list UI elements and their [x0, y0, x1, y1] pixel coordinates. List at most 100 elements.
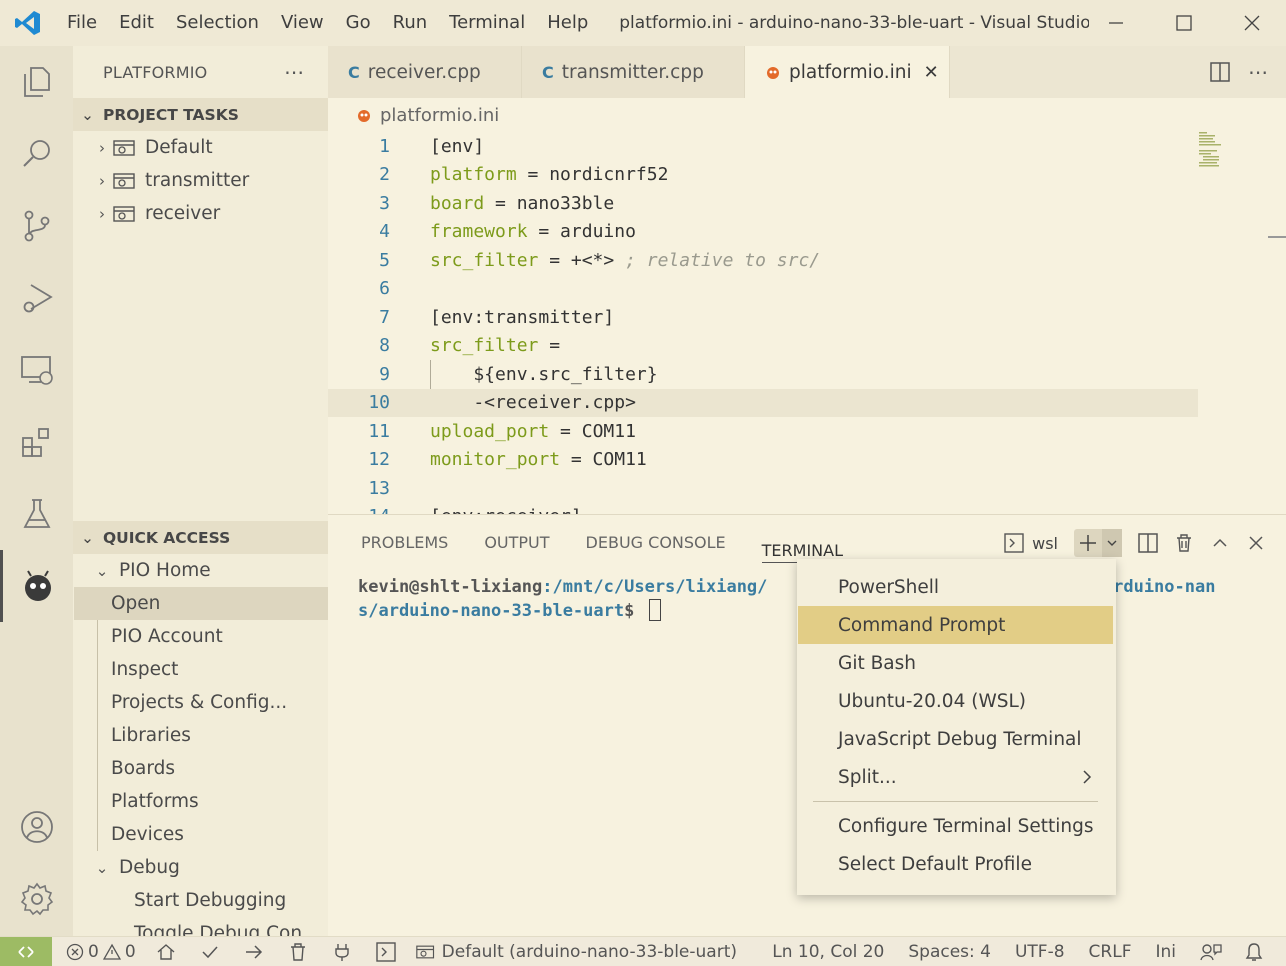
remote-explorer-icon[interactable] — [0, 334, 73, 406]
menu-help[interactable]: Help — [536, 0, 599, 46]
code-line[interactable]: 12 monitor_port = COM11 — [328, 446, 1198, 475]
breadcrumb-file[interactable]: platformio.ini — [380, 105, 499, 126]
trash-icon[interactable] — [1174, 533, 1194, 553]
pio-home-account[interactable]: PIO Account — [74, 620, 328, 653]
pio-home-libraries[interactable]: Libraries — [74, 719, 328, 752]
encoding[interactable]: UTF-8 — [1003, 937, 1077, 966]
extensions-icon[interactable] — [0, 406, 73, 478]
pio-home-inspect[interactable]: Inspect — [74, 653, 328, 686]
account-icon[interactable] — [0, 791, 73, 863]
code-line[interactable]: 9 ${env.src_filter} — [328, 360, 1198, 389]
menu-view[interactable]: View — [270, 0, 335, 46]
code-line[interactable]: 2 platform = nordicnrf52 — [328, 161, 1198, 190]
source-control-icon[interactable] — [0, 190, 73, 262]
code-line[interactable]: 6 — [328, 275, 1198, 304]
tab-problems[interactable]: PROBLEMS — [361, 515, 448, 571]
menu-file[interactable]: File — [56, 0, 108, 46]
menu-item-ubuntu-wsl[interactable]: Ubuntu-20.04 (WSL) — [798, 682, 1113, 720]
menu-run[interactable]: Run — [382, 0, 439, 46]
pio-home-boards[interactable]: Boards — [74, 752, 328, 785]
menu-item-command-prompt[interactable]: Command Prompt — [798, 606, 1113, 644]
section-project-tasks[interactable]: ⌄ PROJECT TASKS — [73, 98, 328, 131]
explorer-icon[interactable] — [0, 46, 73, 118]
code-editor[interactable]: 1 [env] 2 platform = nordicnrf52 3 board = na… — [328, 132, 1286, 514]
pio-home-open[interactable]: Open — [74, 587, 328, 620]
search-icon[interactable] — [0, 118, 73, 190]
remote-indicator-icon[interactable] — [0, 936, 52, 966]
close-panel-icon[interactable] — [1246, 533, 1266, 553]
menu-item-select-default-profile[interactable]: Select Default Profile — [798, 845, 1113, 883]
tab-output[interactable]: OUTPUT — [484, 515, 549, 571]
close-tab-icon[interactable]: ✕ — [924, 62, 939, 83]
terminal-selector[interactable]: wsl — [1004, 533, 1058, 553]
code-line[interactable]: 10 -<receiver.cpp> — [328, 388, 1198, 417]
feedback-icon[interactable] — [1188, 937, 1234, 966]
debug-start[interactable]: Start Debugging — [73, 884, 328, 917]
menu-go[interactable]: Go — [335, 0, 382, 46]
pio-upload-icon[interactable] — [232, 937, 276, 966]
split-editor-icon[interactable] — [1210, 62, 1230, 82]
code-line[interactable]: 7 [env:transmitter] — [328, 303, 1198, 332]
code-line[interactable]: 11 upload_port = COM11 — [328, 417, 1198, 446]
tab-receiver-cpp[interactable]: C receiver.cpp — [328, 46, 522, 98]
task-transmitter[interactable]: › transmitter — [73, 164, 328, 197]
close-window-button[interactable] — [1218, 0, 1286, 46]
indentation[interactable]: Spaces: 4 — [896, 937, 1003, 966]
cursor-position[interactable]: Ln 10, Col 20 — [760, 937, 896, 966]
more-actions-icon[interactable]: ⋯ — [284, 60, 304, 84]
testing-flask-icon[interactable] — [0, 478, 73, 550]
pio-serial-monitor-icon[interactable] — [320, 937, 364, 966]
menu-edit[interactable]: Edit — [108, 0, 165, 46]
menu-item-js-debug-terminal[interactable]: JavaScript Debug Terminal — [798, 720, 1113, 758]
menu-item-powershell[interactable]: PowerShell — [798, 568, 1113, 606]
pio-terminal-icon[interactable] — [364, 937, 408, 966]
pio-home-icon[interactable] — [144, 937, 188, 966]
run-debug-icon[interactable] — [0, 262, 73, 334]
section-quick-access[interactable]: ⌄ QUICK ACCESS — [73, 521, 328, 554]
menu-item-git-bash[interactable]: Git Bash — [798, 644, 1113, 682]
minimize-button[interactable] — [1082, 0, 1150, 46]
code-line[interactable]: 4 framework = arduino — [328, 218, 1198, 247]
pio-build-icon[interactable] — [188, 937, 232, 966]
debug-toggle-console[interactable]: Toggle Debug Con... — [73, 917, 328, 936]
plus-icon[interactable] — [1074, 533, 1102, 553]
pio-clean-icon[interactable] — [276, 937, 320, 966]
new-terminal-button[interactable] — [1074, 529, 1122, 557]
menu-item-configure-terminal[interactable]: Configure Terminal Settings — [798, 807, 1113, 845]
code-line[interactable]: 8 src_filter = — [328, 332, 1198, 361]
maximize-button[interactable] — [1150, 0, 1218, 46]
language-mode[interactable]: Ini — [1143, 937, 1188, 966]
tab-debug-console[interactable]: DEBUG CONSOLE — [586, 515, 726, 571]
code-line[interactable]: 5 src_filter = +<*> ; relative to src/ — [328, 246, 1198, 275]
tab-platformio-ini[interactable]: platformio.ini ✕ — [745, 46, 950, 98]
scrollbar-thumb[interactable] — [1268, 236, 1286, 238]
menu-terminal[interactable]: Terminal — [438, 0, 536, 46]
pio-home-devices[interactable]: Devices — [74, 818, 328, 851]
pio-home-projects[interactable]: Projects & Config... — [74, 686, 328, 719]
tree-debug[interactable]: ⌄ Debug — [73, 851, 328, 884]
menu-item-split[interactable]: Split... — [798, 758, 1113, 796]
more-actions-icon[interactable]: ⋯ — [1248, 60, 1268, 84]
config-value: [env:transmitter] — [430, 306, 615, 328]
task-default[interactable]: › Default — [73, 131, 328, 164]
chevron-down-icon[interactable] — [1102, 529, 1122, 557]
settings-gear-icon[interactable] — [0, 863, 73, 935]
task-receiver[interactable]: › receiver — [73, 197, 328, 230]
code-line[interactable]: 14 [env:receiver] — [328, 503, 1198, 514]
tab-transmitter-cpp[interactable]: C transmitter.cpp — [522, 46, 745, 98]
tree-pio-home[interactable]: ⌄ PIO Home — [73, 554, 328, 587]
menu-selection[interactable]: Selection — [165, 0, 270, 46]
split-terminal-icon[interactable] — [1138, 533, 1158, 553]
problems-status[interactable]: 0 0 — [52, 937, 144, 966]
code-line[interactable]: 3 board = nano33ble — [328, 189, 1198, 218]
platformio-icon[interactable] — [0, 550, 73, 622]
minimap[interactable] — [1196, 132, 1286, 514]
notifications-bell-icon[interactable] — [1234, 937, 1274, 966]
chevron-up-icon[interactable] — [1210, 533, 1230, 553]
tab-terminal[interactable]: TERMINAL — [761, 523, 844, 563]
code-line[interactable]: 13 — [328, 474, 1198, 503]
pio-env-switcher[interactable]: Default (arduino-nano-33-ble-uart) — [408, 937, 745, 966]
pio-home-platforms[interactable]: Platforms — [74, 785, 328, 818]
end-of-line[interactable]: CRLF — [1077, 937, 1144, 966]
code-line[interactable]: 1 [env] — [328, 132, 1198, 161]
